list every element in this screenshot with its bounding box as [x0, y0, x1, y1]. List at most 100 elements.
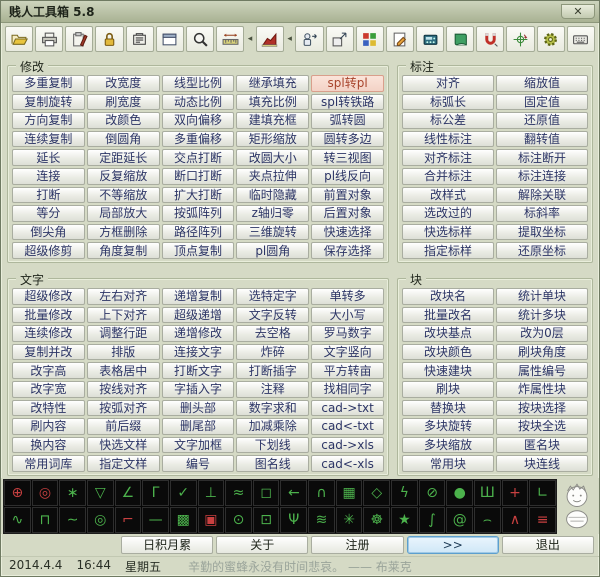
curve-icon[interactable]: ∩	[308, 479, 335, 506]
tool-button[interactable]: 刷宽度	[86, 93, 160, 111]
arrow-left-icon[interactable]: ←	[280, 479, 308, 506]
square-wave-icon[interactable]: ⊓	[31, 506, 59, 533]
tool-button[interactable]: 还原值	[496, 112, 588, 129]
dash-icon[interactable]: —	[142, 506, 169, 533]
noise-icon[interactable]: ≋	[308, 506, 335, 533]
tool-button[interactable]: 下划线	[236, 436, 310, 454]
tool-button[interactable]: 打断文字	[161, 362, 235, 379]
tool-button[interactable]: 改块颜色	[402, 343, 494, 361]
tool-button[interactable]: 递增复制	[161, 288, 235, 305]
tool-button[interactable]: 复制并改	[12, 343, 85, 361]
tool-button[interactable]: 统计单块	[496, 288, 588, 305]
tool-button[interactable]: 刷块	[402, 380, 494, 398]
tool-button[interactable]: 改颜色	[86, 112, 160, 129]
tool-button[interactable]: cad<-txt	[311, 418, 384, 435]
tool-button[interactable]: 动态比例	[161, 93, 235, 111]
tool-button[interactable]: 调整行距	[86, 325, 160, 342]
tool-button[interactable]: 连续修改	[12, 325, 85, 342]
tool-button[interactable]: cad->xls	[311, 436, 384, 454]
register-button[interactable]: 注册	[311, 536, 404, 554]
tool-button[interactable]: 去空格	[236, 325, 310, 342]
tool-button[interactable]: 还原坐标	[496, 242, 588, 259]
tool-button[interactable]: 快选文样	[86, 436, 160, 454]
lock-button[interactable]	[95, 26, 124, 52]
tool-button[interactable]: 反复缩放	[86, 167, 160, 185]
target-mark-icon[interactable]: ◎	[31, 479, 59, 506]
tool-button[interactable]: 标公差	[402, 112, 494, 129]
tool-button[interactable]: 超级修改	[12, 288, 85, 305]
close-button[interactable]: ✕	[561, 4, 595, 19]
user-switch-button[interactable]	[295, 26, 324, 52]
tool-button[interactable]: 删头部	[161, 399, 235, 417]
tool-button[interactable]: 常用块	[402, 455, 494, 472]
peak-icon[interactable]: ∧	[501, 506, 529, 533]
tool-button[interactable]: 填充比例	[236, 93, 310, 111]
tool-button[interactable]: 改样式	[402, 186, 494, 204]
center-mark-icon[interactable]: ⊕	[4, 479, 31, 506]
tool-button[interactable]: 常用词库	[12, 455, 85, 472]
tool-button[interactable]: 延长	[12, 149, 85, 166]
solid-square-icon[interactable]: ▣	[197, 506, 225, 533]
collapse-arrow-icon[interactable]: ◂	[286, 34, 293, 44]
tool-button[interactable]: 线型比例	[161, 75, 235, 92]
tool-button[interactable]: 平方转亩	[311, 362, 384, 379]
table-icon[interactable]: ▦	[335, 479, 363, 506]
open-file-button[interactable]	[5, 26, 34, 52]
axis-frame-icon[interactable]: Γ	[142, 479, 169, 506]
tool-button[interactable]: 连接文字	[161, 343, 235, 361]
edit-doc-button[interactable]	[385, 26, 414, 52]
window-button[interactable]	[155, 26, 184, 52]
tool-button[interactable]: 前置对象	[311, 186, 384, 204]
tool-button[interactable]: 双向偏移	[161, 112, 235, 129]
tool-button[interactable]: 改特性	[12, 399, 85, 417]
tool-button[interactable]: 多块缩放	[402, 436, 494, 454]
exit-button[interactable]: 退出	[501, 536, 595, 554]
tool-button[interactable]: 倒圆角	[86, 130, 160, 148]
check-mark-icon[interactable]: ✓	[169, 479, 197, 506]
measure-button[interactable]	[216, 26, 245, 52]
tool-button[interactable]: 翻转值	[496, 130, 588, 148]
tool-button[interactable]: 缩放值	[496, 75, 588, 92]
print-button[interactable]	[35, 26, 64, 52]
angle-line-icon[interactable]: ∟	[529, 479, 556, 506]
tool-button[interactable]: 大小写	[311, 306, 384, 324]
tool-button[interactable]: 路径阵列	[161, 223, 235, 241]
branch-icon[interactable]: Ψ	[280, 506, 308, 533]
tool-button[interactable]: 连接	[12, 167, 85, 185]
tool-button[interactable]: 改宽度	[86, 75, 160, 92]
weld-mark-icon[interactable]: ▽	[86, 479, 114, 506]
tool-button[interactable]: 保存选择	[311, 242, 384, 259]
tool-button[interactable]: 左右对齐	[86, 288, 160, 305]
purge-button[interactable]	[125, 26, 154, 52]
tool-button[interactable]: 复制旋转	[12, 93, 85, 111]
tool-button[interactable]: 改为0层	[496, 325, 588, 342]
tool-button[interactable]: 方框删除	[86, 223, 160, 241]
tool-button[interactable]: z轴归零	[236, 205, 310, 222]
about-button[interactable]: 关于	[216, 536, 309, 554]
tool-button[interactable]: 指定标样	[402, 242, 494, 259]
tool-button[interactable]: 改字宽	[12, 380, 85, 398]
tool-button[interactable]: 交点打断	[161, 149, 235, 166]
tool-button[interactable]: 局部放大	[86, 205, 160, 222]
tool-button[interactable]: 改块基点	[402, 325, 494, 342]
tool-button[interactable]: 前后缀	[86, 418, 160, 435]
tool-button[interactable]: 炸属性块	[496, 380, 588, 398]
spiral-icon[interactable]: @	[446, 506, 474, 533]
tool-button[interactable]: spl转pl	[311, 75, 384, 92]
tool-button[interactable]: 标注连接	[496, 167, 588, 185]
tool-button[interactable]: 递增修改	[161, 325, 235, 342]
callout-icon[interactable]: ◻	[252, 479, 280, 506]
tool-button[interactable]: 找相同字	[311, 380, 384, 398]
cross-icon[interactable]: +	[501, 479, 529, 506]
tool-button[interactable]: pl线反向	[311, 167, 384, 185]
tool-button[interactable]: 改块名	[402, 288, 494, 305]
settings-gear-button[interactable]	[536, 26, 565, 52]
clock-icon[interactable]: ⊙	[225, 506, 252, 533]
star4-icon[interactable]: ◇	[363, 479, 391, 506]
tool-button[interactable]: 块连线	[496, 455, 588, 472]
tool-button[interactable]: 按线对齐	[86, 380, 160, 398]
link-button[interactable]	[325, 26, 354, 52]
tool-button[interactable]: 快选标样	[402, 223, 494, 241]
tool-button[interactable]: 倒尖角	[12, 223, 85, 241]
collapse-arrow-icon[interactable]: ◂	[246, 34, 253, 44]
